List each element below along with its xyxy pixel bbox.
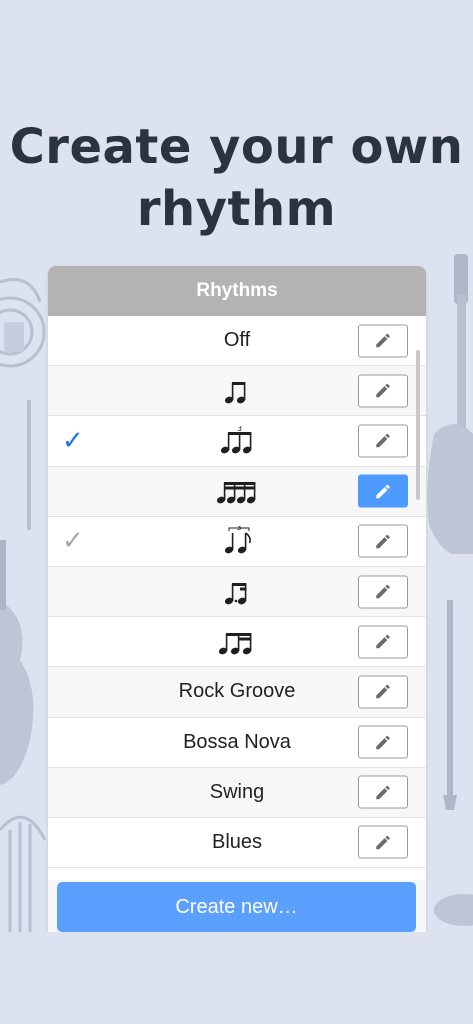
edit-button[interactable] (358, 675, 408, 709)
dotted-eighth-sixteenth-icon (207, 577, 267, 607)
rhythm-row[interactable] (48, 466, 426, 517)
rhythm-label: Off (223, 329, 251, 352)
horn-illustration (0, 278, 46, 368)
clarinet-illustration (443, 600, 457, 810)
page-headline: Create your own rhythm (9, 119, 464, 237)
rhythm-row[interactable]: Swing (48, 767, 426, 818)
rhythm-list: Off ✓ 3 ✓ 3 Rock Groove Bossa Nova Swing Blues (48, 316, 426, 869)
scrollbar[interactable] (416, 350, 420, 500)
checkmark-icon: ✓ (62, 425, 84, 456)
bottom-band (0, 932, 473, 1024)
rhythm-row[interactable]: Bossa Nova (48, 717, 426, 768)
edit-button[interactable] (358, 825, 408, 859)
edit-button[interactable] (358, 625, 408, 659)
quarter-eighth-triplet-icon: 3 (207, 526, 267, 556)
drum-illustration (434, 894, 473, 926)
guitar-illustration (427, 254, 473, 554)
edit-button[interactable] (358, 575, 408, 609)
pencil-icon (374, 583, 392, 601)
rhythm-row[interactable]: ✓ 3 (48, 516, 426, 567)
edit-button[interactable] (358, 725, 408, 759)
pencil-icon (374, 733, 392, 751)
pencil-icon (374, 382, 392, 400)
edit-button[interactable] (358, 524, 408, 558)
checkmark-icon: ✓ (62, 526, 84, 557)
svg-text:3: 3 (236, 526, 241, 532)
rhythm-row[interactable] (48, 617, 426, 668)
svg-text:3: 3 (237, 426, 242, 433)
pencil-icon (374, 332, 392, 350)
rhythm-row[interactable]: Blues (48, 817, 426, 869)
eighth-two-sixteenths-icon (207, 627, 267, 657)
rhythm-label: Bossa Nova (183, 730, 291, 753)
panel-title: Rhythms (48, 266, 426, 316)
pencil-icon (374, 482, 392, 500)
rhythms-panel: Rhythms Off ✓ 3 ✓ 3 Rock Groove Bossa Nova Swin… (48, 266, 426, 932)
eighth-triplet-icon: 3 (207, 426, 267, 456)
rhythm-row[interactable]: ✓ 3 (48, 416, 426, 467)
pencil-icon (374, 783, 392, 801)
edit-button[interactable] (358, 424, 408, 458)
edit-button[interactable] (358, 474, 408, 508)
harp-illustration (0, 815, 47, 932)
rhythm-row[interactable]: Off (48, 316, 426, 367)
pencil-icon (374, 683, 392, 701)
four-sixteenth-notes-icon (207, 476, 267, 506)
rhythm-label: Swing (209, 780, 265, 803)
rhythm-row[interactable] (48, 566, 426, 618)
rhythm-label: Rock Groove (178, 680, 296, 703)
violin-illustration (0, 540, 34, 785)
pencil-icon (374, 432, 392, 450)
pencil-icon (374, 532, 392, 550)
edit-button[interactable] (358, 374, 408, 408)
pencil-icon (374, 633, 392, 651)
rhythm-label: Blues (211, 830, 263, 853)
pencil-icon (374, 833, 392, 851)
rhythm-row[interactable] (48, 366, 426, 417)
edit-button[interactable] (358, 775, 408, 809)
flute-illustration (27, 400, 31, 530)
two-eighth-notes-icon (207, 376, 267, 406)
rhythm-row[interactable]: Rock Groove (48, 667, 426, 718)
create-new-button[interactable]: Create new… (57, 882, 416, 932)
edit-button[interactable] (358, 324, 408, 358)
